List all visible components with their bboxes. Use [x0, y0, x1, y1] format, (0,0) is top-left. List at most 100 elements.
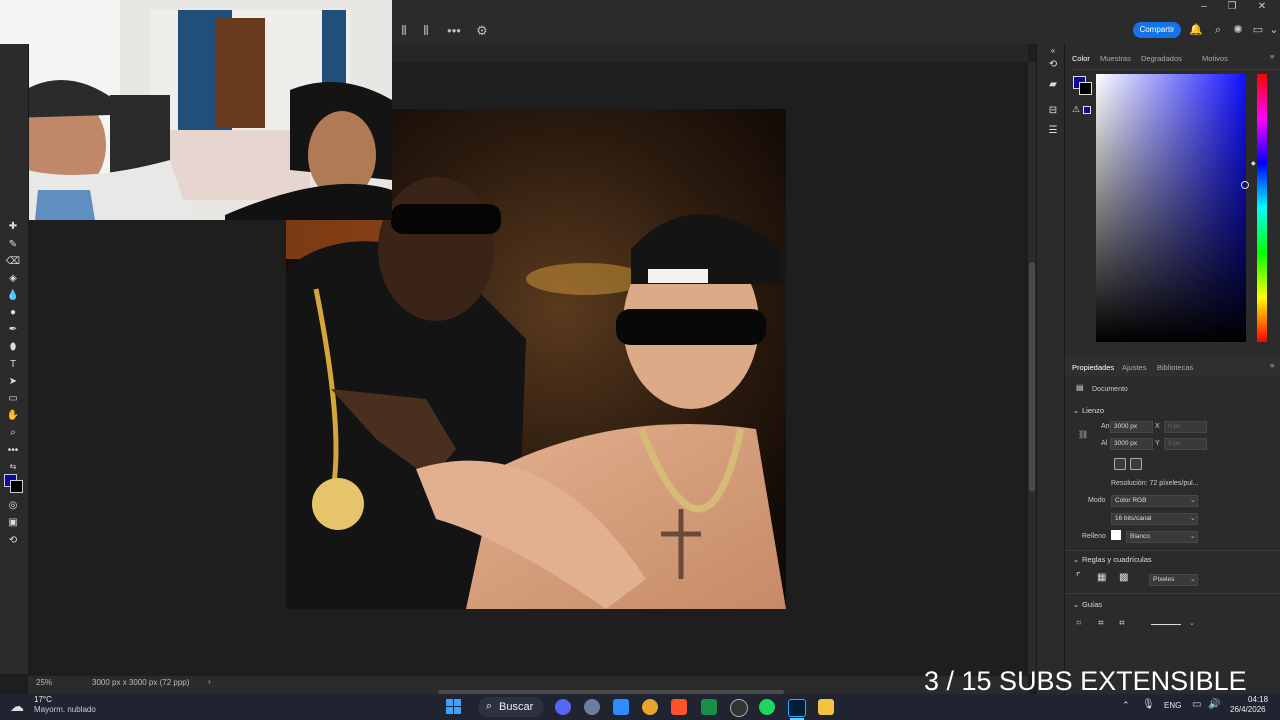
portrait-orientation-icon[interactable]	[1114, 458, 1126, 470]
pen-icon[interactable]: ✒	[4, 323, 22, 337]
tab-libraries[interactable]: Bibliotecas	[1157, 363, 1193, 372]
guide-from-shape-icon[interactable]: ⌗	[1119, 618, 1125, 629]
hue-slider[interactable]	[1257, 74, 1267, 342]
workspace-icon[interactable]: ▭	[1250, 22, 1266, 38]
tab-color[interactable]: Color	[1072, 54, 1090, 63]
x-field[interactable]: 0 px	[1164, 421, 1207, 433]
align-center-icon[interactable]: ⫴	[416, 18, 436, 44]
healing-brush-icon[interactable]: ✚	[4, 220, 22, 234]
volume-icon[interactable]: 🔊	[1208, 699, 1220, 710]
maximize-button[interactable]: ❐	[1220, 0, 1244, 14]
guides-chevron-icon[interactable]: ⌄	[1073, 600, 1079, 609]
grid-icon[interactable]: ▦	[1097, 572, 1106, 583]
ruler-icon[interactable]: ⌜	[1076, 572, 1081, 583]
link-icon[interactable]: ⛓	[1078, 430, 1088, 439]
rectangle-icon[interactable]: ▭	[4, 392, 22, 406]
settings-app-icon[interactable]	[584, 699, 600, 715]
more-tools-icon[interactable]: •••	[4, 444, 22, 458]
vertical-scrollbar[interactable]	[1028, 62, 1036, 674]
hue-slider-marker[interactable]: ◆	[1251, 160, 1256, 167]
gear-icon[interactable]: ⚙	[472, 18, 492, 44]
vertical-scroll-thumb[interactable]	[1029, 262, 1035, 492]
tab-swatches[interactable]: Muestras	[1100, 54, 1131, 63]
rulers-section-title[interactable]: Reglas y cuadrículas	[1082, 555, 1152, 564]
web-safe-swatch[interactable]	[1083, 106, 1091, 114]
spotify-icon[interactable]	[759, 699, 775, 715]
background-color-swatch[interactable]	[10, 480, 23, 493]
zoom-icon[interactable]: ⌕	[4, 426, 22, 440]
clone-stamp-icon[interactable]: ⬮	[4, 341, 22, 355]
chevron-right-icon[interactable]: ›	[208, 677, 211, 686]
tab-adjustments[interactable]: Ajustes	[1122, 363, 1147, 372]
tab-properties[interactable]: Propiedades	[1072, 363, 1114, 372]
bell-icon[interactable]: 🔔	[1188, 22, 1204, 38]
landscape-orientation-icon[interactable]	[1130, 458, 1142, 470]
search-icon[interactable]: ⌕	[1210, 22, 1226, 38]
blur-icon[interactable]: 💧	[4, 289, 22, 303]
display-icon[interactable]: ▭	[1192, 699, 1201, 710]
canvas-section-chevron-icon[interactable]: ⌄	[1073, 406, 1079, 415]
windows-start-icon[interactable]	[446, 699, 462, 715]
more-options-icon[interactable]: •••	[444, 18, 464, 44]
bg-color-swatch[interactable]	[1079, 82, 1092, 95]
browser-app-icon[interactable]	[642, 699, 658, 715]
clock-date[interactable]: 26/4/2026	[1230, 705, 1266, 714]
minimize-button[interactable]: –	[1192, 0, 1216, 14]
adjustments-icon[interactable]: ⊟	[1044, 104, 1062, 118]
pixel-grid-icon[interactable]: ▩	[1119, 572, 1128, 583]
new-guide-icon[interactable]: ⌗	[1098, 618, 1104, 629]
discord-icon[interactable]	[555, 699, 571, 715]
guides-section-title[interactable]: Guías	[1082, 600, 1102, 609]
tab-patterns[interactable]: Motivos	[1202, 54, 1228, 63]
app-icon[interactable]	[701, 699, 717, 715]
fill-select[interactable]: Blanco	[1126, 531, 1198, 543]
zoom-level[interactable]: 25%	[36, 678, 52, 687]
panel-menu-icon[interactable]: ≡	[1270, 52, 1274, 61]
paint-bucket-icon[interactable]: ◈	[4, 272, 22, 286]
collapse-panels-icon[interactable]: «	[1044, 44, 1062, 58]
fill-color-swatch[interactable]	[1111, 530, 1121, 540]
history-icon[interactable]: ⟲	[1044, 58, 1062, 72]
y-field[interactable]: 0 px	[1164, 438, 1207, 450]
language-indicator[interactable]: ENG	[1164, 701, 1181, 710]
microphone-icon[interactable]: 🎙	[1142, 699, 1155, 710]
eraser-icon[interactable]: ⌫	[4, 255, 22, 269]
chevron-up-icon[interactable]: ⌃	[1122, 700, 1130, 711]
width-field[interactable]: 3000 px	[1110, 421, 1153, 433]
panel-menu-icon-2[interactable]: ≡	[1270, 361, 1274, 370]
brush-icon[interactable]: ✎	[4, 238, 22, 252]
lightbulb-icon[interactable]: ✺	[1230, 22, 1246, 38]
swap-colors-icon[interactable]: ⇆	[4, 460, 22, 474]
photoshop-icon[interactable]	[788, 699, 806, 717]
mode-select[interactable]: Color RGB	[1111, 495, 1198, 507]
quick-mask-icon[interactable]: ◎	[4, 499, 22, 513]
weather-icon[interactable]: ☁	[10, 698, 24, 715]
color-picker-field[interactable]	[1096, 74, 1246, 342]
close-button[interactable]: ✕	[1250, 0, 1274, 14]
properties-icon[interactable]: ☰	[1044, 124, 1062, 138]
weather-desc[interactable]: Mayorm. nublado	[34, 705, 96, 714]
clock-time[interactable]: 04:18	[1248, 695, 1268, 704]
file-explorer-icon[interactable]	[818, 699, 834, 715]
guide-line-style-select[interactable]: ⌄	[1149, 619, 1195, 629]
weather-temp[interactable]: 17°C	[34, 695, 52, 704]
share-button[interactable]: Compartir	[1133, 22, 1181, 38]
bit-depth-select[interactable]: 16 bits/canal	[1111, 513, 1198, 525]
align-left-icon[interactable]: ⫴	[394, 18, 414, 44]
app-icon[interactable]	[613, 699, 629, 715]
dodge-icon[interactable]: ●	[4, 306, 22, 320]
chevron-down-icon[interactable]: ⌄	[1266, 22, 1280, 38]
path-selection-icon[interactable]: ➤	[4, 375, 22, 389]
app-icon[interactable]	[730, 699, 748, 717]
brave-icon[interactable]	[671, 699, 687, 715]
guide-layout-icon[interactable]: ⌗	[1076, 618, 1082, 629]
tab-gradients[interactable]: Degradados	[1141, 54, 1182, 63]
comments-icon[interactable]: ▰	[1044, 78, 1062, 92]
edit-toolbar-icon[interactable]: ⟲	[4, 534, 22, 548]
screen-mode-icon[interactable]: ▣	[4, 516, 22, 530]
rulers-chevron-icon[interactable]: ⌄	[1073, 555, 1079, 564]
taskbar-search[interactable]: ⌕ Buscar	[478, 697, 544, 717]
height-field[interactable]: 3000 px	[1110, 438, 1153, 450]
type-icon[interactable]: T	[4, 358, 22, 372]
canvas-section-title[interactable]: Lienzo	[1082, 406, 1104, 415]
